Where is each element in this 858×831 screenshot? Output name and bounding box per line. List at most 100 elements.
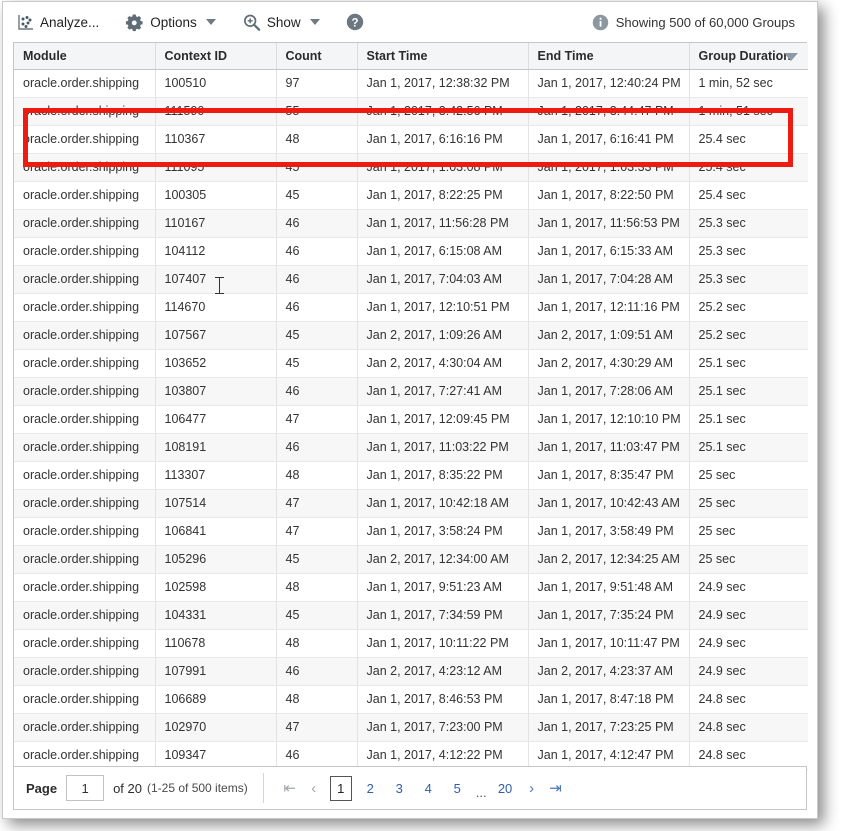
page-label: Page xyxy=(26,781,57,796)
column-header-count[interactable]: Count xyxy=(276,43,357,69)
show-menu[interactable]: Show xyxy=(242,13,320,32)
count-cell[interactable]: 46 xyxy=(276,741,357,769)
table-row[interactable]: oracle.order.shipping11067848Jan 1, 2017… xyxy=(14,629,808,657)
start-time-cell: Jan 2, 2017, 4:30:04 AM xyxy=(357,349,528,377)
page-button-3[interactable]: 3 xyxy=(389,776,410,800)
column-header-end-time[interactable]: End Time xyxy=(528,43,689,69)
start-time-cell: Jan 2, 2017, 4:23:12 AM xyxy=(357,657,528,685)
column-header-context-id[interactable]: Context ID xyxy=(155,43,276,69)
pagination-bar: Page of 20 (1-25 of 500 items) ⇤ ‹ 1 2 3… xyxy=(13,766,807,810)
sort-descending-icon[interactable] xyxy=(784,53,798,61)
table-row[interactable]: oracle.order.shipping10668948Jan 1, 2017… xyxy=(14,685,808,713)
count-cell[interactable]: 45 xyxy=(276,601,357,629)
count-cell[interactable]: 46 xyxy=(276,433,357,461)
count-cell[interactable]: 47 xyxy=(276,405,357,433)
count-cell[interactable]: 45 xyxy=(276,153,357,181)
table-row[interactable]: oracle.order.shipping10529645Jan 2, 2017… xyxy=(14,545,808,573)
page-button-5[interactable]: 5 xyxy=(447,776,468,800)
help-button[interactable]: ? xyxy=(346,13,364,31)
table-row[interactable]: oracle.order.shipping10751447Jan 1, 2017… xyxy=(14,489,808,517)
table-row[interactable]: oracle.order.shipping10380746Jan 1, 2017… xyxy=(14,377,808,405)
start-time-cell: Jan 1, 2017, 10:11:22 PM xyxy=(357,629,528,657)
count-cell[interactable]: 55 xyxy=(276,97,357,125)
table-row[interactable]: oracle.order.shipping11159055Jan 1, 2017… xyxy=(14,97,808,125)
table-row[interactable]: oracle.order.shipping10030545Jan 1, 2017… xyxy=(14,181,808,209)
table-row[interactable]: oracle.order.shipping10365245Jan 2, 2017… xyxy=(14,349,808,377)
count-cell[interactable]: 45 xyxy=(276,545,357,573)
count-cell[interactable]: 46 xyxy=(276,265,357,293)
status-text: Showing 500 of 60,000 Groups xyxy=(616,15,795,30)
count-cell[interactable]: 47 xyxy=(276,517,357,545)
table-row[interactable]: oracle.order.shipping10433145Jan 1, 2017… xyxy=(14,601,808,629)
column-header-module[interactable]: Module xyxy=(14,43,155,69)
first-page-icon[interactable]: ⇤ xyxy=(278,775,302,801)
start-time-cell: Jan 1, 2017, 7:27:41 AM xyxy=(357,377,528,405)
count-cell[interactable]: 48 xyxy=(276,125,357,153)
column-header-start-time[interactable]: Start Time xyxy=(357,43,528,69)
count-cell[interactable]: 48 xyxy=(276,685,357,713)
module-cell: oracle.order.shipping xyxy=(14,377,155,405)
context-id-cell: 100305 xyxy=(155,181,276,209)
chevron-down-icon xyxy=(310,19,320,25)
module-cell: oracle.order.shipping xyxy=(14,713,155,741)
table-row[interactable]: oracle.order.shipping10259848Jan 1, 2017… xyxy=(14,573,808,601)
table-row[interactable]: oracle.order.shipping10799146Jan 2, 2017… xyxy=(14,657,808,685)
options-menu[interactable]: Options xyxy=(125,13,216,32)
count-cell[interactable]: 48 xyxy=(276,573,357,601)
previous-page-icon[interactable]: ‹ xyxy=(302,775,326,801)
group-duration-cell: 25.3 sec xyxy=(689,209,808,237)
table-row[interactable]: oracle.order.shipping10647747Jan 1, 2017… xyxy=(14,405,808,433)
analyze-label: Analyze... xyxy=(40,15,99,30)
count-cell[interactable]: 45 xyxy=(276,349,357,377)
table-row[interactable]: oracle.order.shipping10819146Jan 1, 2017… xyxy=(14,433,808,461)
table-row[interactable]: oracle.order.shipping10756745Jan 2, 2017… xyxy=(14,321,808,349)
table-row[interactable]: oracle.order.shipping10051097Jan 1, 2017… xyxy=(14,69,808,97)
table-row[interactable]: oracle.order.shipping10934746Jan 1, 2017… xyxy=(14,741,808,769)
page-button-2[interactable]: 2 xyxy=(360,776,381,800)
help-circle-icon: ? xyxy=(346,13,364,31)
analyze-button[interactable]: Analyze... xyxy=(17,14,99,31)
start-time-cell: Jan 1, 2017, 7:23:00 PM xyxy=(357,713,528,741)
count-cell[interactable]: 47 xyxy=(276,489,357,517)
context-id-cell: 107567 xyxy=(155,321,276,349)
count-cell[interactable]: 46 xyxy=(276,237,357,265)
page-number-input[interactable] xyxy=(66,775,104,801)
start-time-cell: Jan 1, 2017, 8:35:22 PM xyxy=(357,461,528,489)
count-cell[interactable]: 97 xyxy=(276,69,357,97)
start-time-cell: Jan 1, 2017, 11:56:28 PM xyxy=(357,209,528,237)
table-row[interactable]: oracle.order.shipping10740746Jan 1, 2017… xyxy=(14,265,808,293)
table-row[interactable]: oracle.order.shipping11109545Jan 1, 2017… xyxy=(14,153,808,181)
count-cell[interactable]: 47 xyxy=(276,713,357,741)
count-cell[interactable]: 46 xyxy=(276,657,357,685)
table-row[interactable]: oracle.order.shipping11330748Jan 1, 2017… xyxy=(14,461,808,489)
table-row[interactable]: oracle.order.shipping11467046Jan 1, 2017… xyxy=(14,293,808,321)
count-cell[interactable]: 46 xyxy=(276,209,357,237)
pagination-divider xyxy=(263,773,264,803)
table-row[interactable]: oracle.order.shipping10411246Jan 1, 2017… xyxy=(14,237,808,265)
count-cell[interactable]: 45 xyxy=(276,181,357,209)
count-cell[interactable]: 48 xyxy=(276,461,357,489)
count-cell[interactable]: 46 xyxy=(276,293,357,321)
next-page-icon[interactable]: › xyxy=(520,775,544,801)
table-row[interactable]: oracle.order.shipping10684147Jan 1, 2017… xyxy=(14,517,808,545)
start-time-cell: Jan 1, 2017, 12:38:32 PM xyxy=(357,69,528,97)
table-row[interactable]: oracle.order.shipping10297047Jan 1, 2017… xyxy=(14,713,808,741)
context-id-cell: 103652 xyxy=(155,349,276,377)
start-time-cell: Jan 1, 2017, 6:15:08 AM xyxy=(357,237,528,265)
end-time-cell: Jan 1, 2017, 4:12:47 PM xyxy=(528,741,689,769)
table-row[interactable]: oracle.order.shipping11036748Jan 1, 2017… xyxy=(14,125,808,153)
table-row[interactable]: oracle.order.shipping11016746Jan 1, 2017… xyxy=(14,209,808,237)
page-button-1[interactable]: 1 xyxy=(330,776,352,801)
module-cell: oracle.order.shipping xyxy=(14,489,155,517)
info-circle-icon xyxy=(592,14,609,31)
count-cell[interactable]: 48 xyxy=(276,629,357,657)
group-duration-cell: 25.4 sec xyxy=(689,125,808,153)
group-duration-panel: Analyze... Options xyxy=(2,1,818,819)
count-cell[interactable]: 45 xyxy=(276,321,357,349)
count-cell[interactable]: 46 xyxy=(276,377,357,405)
column-header-group-duration[interactable]: Group Duration xyxy=(689,43,808,69)
end-time-cell: Jan 1, 2017, 3:58:49 PM xyxy=(528,517,689,545)
page-button-4[interactable]: 4 xyxy=(418,776,439,800)
last-page-icon[interactable]: ⇥ xyxy=(544,775,568,801)
page-button-last[interactable]: 20 xyxy=(495,776,516,800)
